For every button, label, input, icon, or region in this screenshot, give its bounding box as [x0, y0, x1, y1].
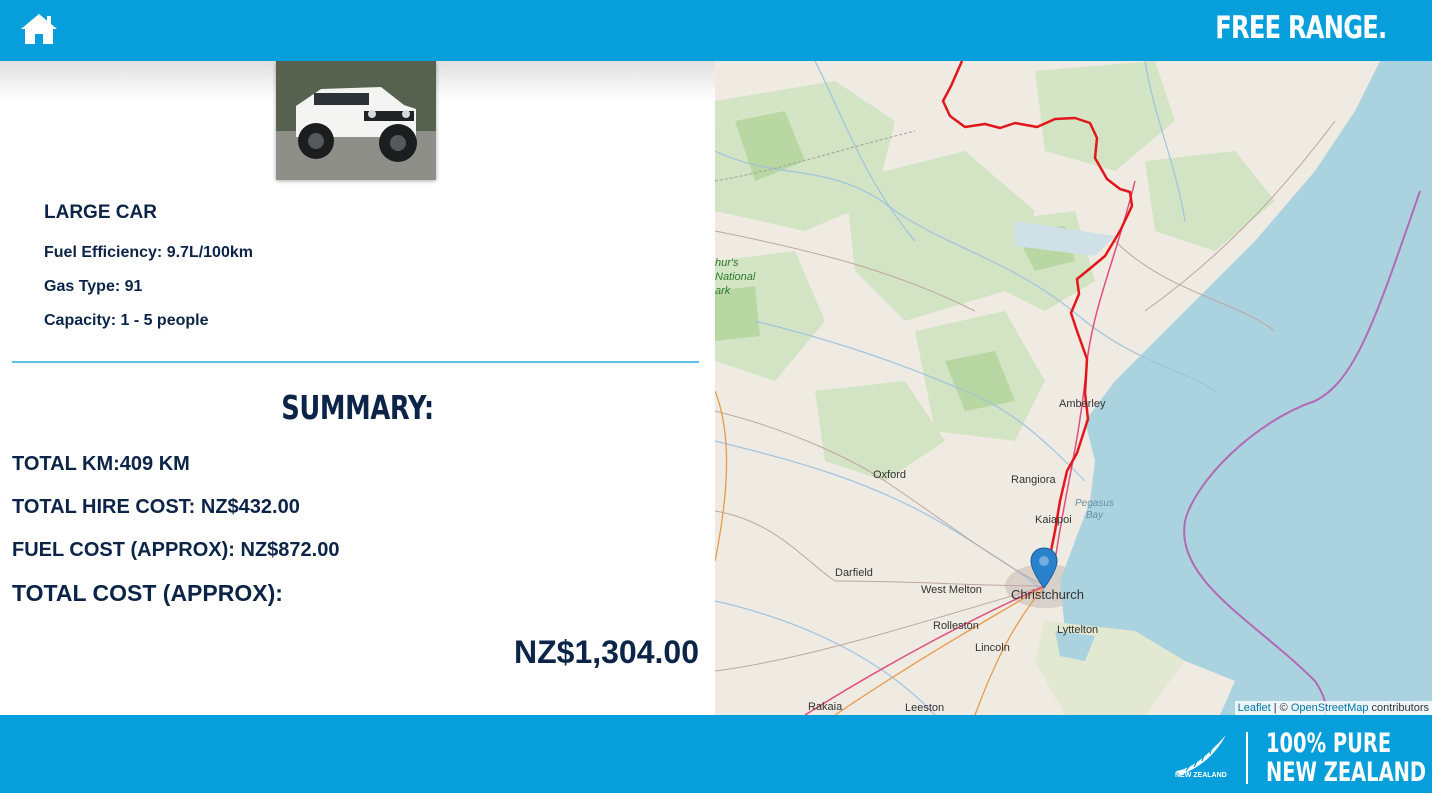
fuel-efficiency: Fuel Efficiency: 9.7L/100km [44, 244, 253, 261]
map-attribution: Leaflet | © OpenStreetMap contributors [1234, 701, 1432, 715]
top-bar: FREE RANGE. [0, 0, 1432, 61]
section-divider [12, 361, 699, 363]
home-icon [21, 14, 57, 44]
pure-line-1: 100% PURE [1266, 728, 1392, 759]
brand-title: FREE RANGE. [1214, 10, 1387, 46]
attribution-separator: | © [1270, 702, 1291, 714]
leaflet-link[interactable]: Leaflet [1238, 702, 1271, 714]
osm-link[interactable]: OpenStreetMap [1291, 702, 1369, 714]
map-label-kaiapoi: Kaiapoi [1035, 514, 1072, 526]
pure-line-2: NEW ZEALAND [1266, 757, 1427, 788]
home-button[interactable] [20, 12, 58, 46]
vehicle-title: LARGE CAR [44, 202, 157, 223]
total-hire-cost: TOTAL HIRE COST: NZ$432.00 [12, 496, 300, 518]
capacity: Capacity: 1 - 5 people [44, 312, 209, 329]
map-label-lincoln: Lincoln [975, 642, 1010, 654]
fuel-cost: FUEL COST (APPROX): NZ$872.00 [12, 539, 340, 561]
total-km: TOTAL KM:409 KM [12, 453, 190, 475]
gas-type: Gas Type: 91 [44, 278, 143, 295]
total-cost-value: NZ$1,304.00 [513, 634, 699, 670]
total-cost-label: TOTAL COST (APPROX): [12, 580, 283, 606]
map-label-amberley: Amberley [1059, 398, 1106, 410]
trip-details-panel: LARGE CAR Fuel Efficiency: 9.7L/100km Ga… [0, 61, 715, 715]
map-label-oxford: Oxford [873, 469, 907, 481]
map-label-christchurch: Christchurch [1011, 587, 1084, 602]
map-label-park: hur's National ark [715, 257, 756, 297]
route-map[interactable]: hur's National ark Amberley Oxford Rangior… [715, 61, 1432, 715]
map-label-west-melton: West Melton [921, 584, 982, 596]
map-label-darfield: Darfield [835, 567, 873, 579]
map-label-pegasus-bay: Pegasus Bay [1075, 498, 1114, 521]
map-label-rangiora: Rangiora [1011, 474, 1056, 486]
attribution-suffix: contributors [1368, 702, 1429, 714]
map-label-rolleston: Rolleston [933, 620, 979, 632]
map-label-leeston: Leeston [905, 702, 945, 714]
map-label-lyttelton: Lyttelton [1057, 624, 1099, 636]
footer-logo-separator [1246, 732, 1248, 784]
car-photo [276, 61, 436, 180]
summary-title: SUMMARY: [281, 388, 434, 427]
nz-tourism-label: NEW ZEALAND [1175, 772, 1227, 779]
map-label-rakaia: Rakaia [808, 701, 843, 713]
map-pin-icon[interactable] [1030, 547, 1058, 589]
